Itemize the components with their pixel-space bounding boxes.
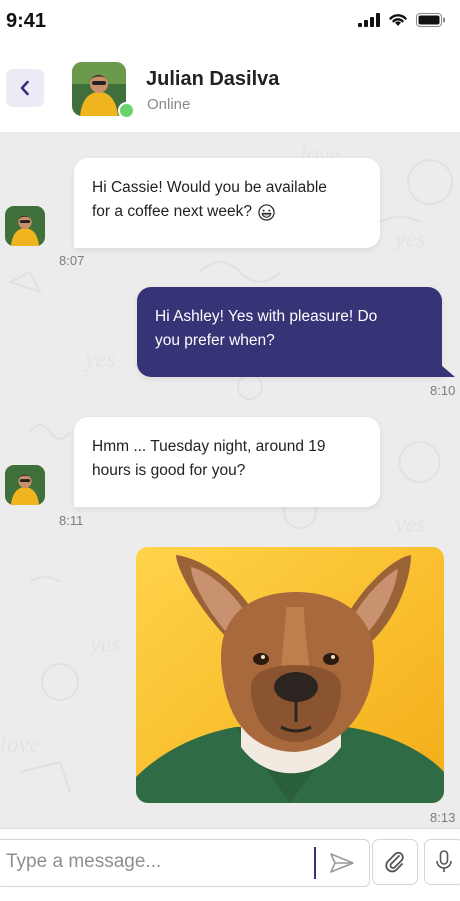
message-input[interactable] [0, 839, 314, 885]
message-text: Hi Cassie! Would you be available [92, 179, 327, 196]
message-bubble-outgoing[interactable]: Hi Ashley! Yes with pleasure! Do you pre… [137, 287, 442, 377]
message-bubble-incoming[interactable]: Hmm ... Tuesday night, around 19 hours i… [74, 417, 380, 507]
input-divider [314, 847, 316, 879]
message-text: hours is good for you? [92, 462, 246, 479]
message-bubble-incoming[interactable]: Hi Cassie! Would you be available for a … [74, 158, 380, 248]
wifi-icon [389, 14, 407, 26]
message-text: for a coffee next week? [92, 203, 252, 220]
sender-avatar[interactable] [5, 206, 45, 246]
svg-text:yes: yes [83, 347, 116, 373]
message-text: Hmm ... Tuesday night, around 19 [92, 438, 326, 455]
attach-button[interactable] [372, 839, 418, 885]
svg-text:love: love [0, 732, 40, 758]
message-text: you prefer when? [155, 332, 275, 349]
sender-avatar[interactable] [5, 465, 45, 505]
message-time: 8:10 [430, 383, 456, 398]
status-icons [358, 12, 446, 27]
microphone-button[interactable] [424, 839, 460, 885]
battery-icon [416, 12, 445, 27]
send-icon [330, 853, 354, 873]
microphone-icon [436, 850, 452, 872]
contact-name: Julian Dasilva [146, 68, 280, 90]
chat-area[interactable]: love yes yes yes yes love Hi Cassie! Wou… [0, 132, 460, 828]
avatar-photo [5, 465, 45, 505]
chevron-left-icon [20, 80, 29, 96]
svg-text:yes: yes [88, 632, 121, 658]
online-indicator [118, 102, 135, 119]
message-time: 8:11 [59, 513, 84, 528]
bubble-tail [441, 365, 455, 377]
status-bar: 9:41 [0, 0, 460, 44]
avatar-photo [5, 206, 45, 246]
composer [0, 828, 460, 901]
message-text: Hi Ashley! Yes with pleasure! Do [155, 308, 378, 325]
image-message[interactable] [136, 547, 444, 803]
svg-text:yes: yes [393, 512, 426, 538]
send-button[interactable] [322, 845, 362, 881]
chat-header: Julian Dasilva Online [0, 44, 460, 132]
message-time: 8:07 [59, 253, 85, 268]
paperclip-icon [385, 851, 404, 873]
dog-photo [136, 547, 444, 803]
status-time: 9:41 [6, 10, 47, 32]
signal-icon [358, 12, 380, 27]
back-button[interactable] [6, 69, 44, 107]
message-time: 8:13 [430, 810, 456, 825]
svg-text:yes: yes [393, 227, 426, 253]
grinning-face-icon [258, 203, 275, 221]
contact-status: Online [147, 96, 191, 113]
